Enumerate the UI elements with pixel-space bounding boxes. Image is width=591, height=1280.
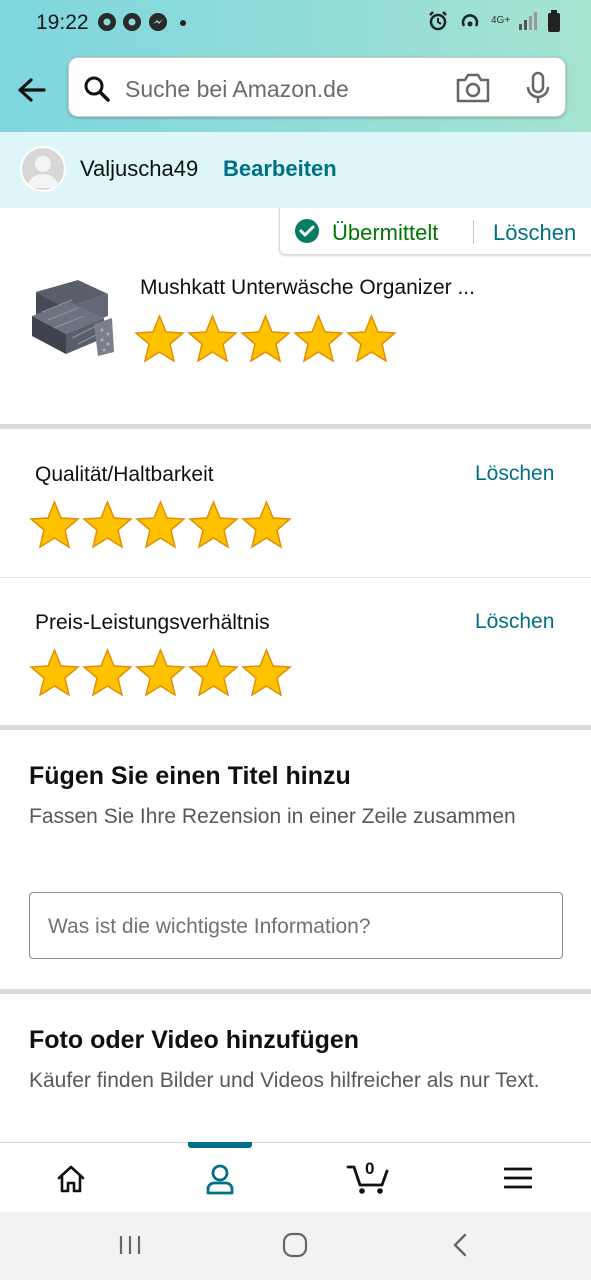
star-icon[interactable]: [81, 648, 134, 698]
nav-home[interactable]: [31, 1143, 111, 1213]
media-section-heading: Foto oder Video hinzufügen: [29, 1026, 360, 1054]
submission-status-label: Übermittelt: [332, 220, 439, 245]
back-button-icon[interactable]: [452, 1233, 468, 1257]
star-icon[interactable]: [240, 500, 293, 550]
section-divider: [0, 989, 591, 994]
user-avatar-icon: [27, 156, 59, 188]
star-icon[interactable]: [81, 500, 134, 550]
user-icon: [206, 1164, 234, 1195]
star-icon[interactable]: [186, 314, 239, 364]
review-title-input[interactable]: [46, 911, 550, 943]
star-icon[interactable]: [28, 500, 81, 550]
delete-quality-rating-link[interactable]: Löschen: [475, 462, 554, 486]
home-button-icon[interactable]: [282, 1232, 308, 1258]
cart-count: 0: [365, 1159, 375, 1178]
search-icon: [84, 76, 110, 102]
star-icon[interactable]: [134, 648, 187, 698]
section-divider: [0, 577, 591, 578]
delete-value-rating-link[interactable]: Löschen: [475, 610, 554, 634]
rating-label-quality: Qualität/Haltbarkeit: [35, 463, 214, 486]
header: 19:22 4G+: [0, 0, 591, 132]
delete-review-link[interactable]: Löschen: [493, 220, 576, 246]
section-divider: [0, 725, 591, 730]
nav-menu[interactable]: [478, 1143, 558, 1213]
system-navigation-bar: [0, 1212, 591, 1280]
microphone-icon[interactable]: [523, 71, 553, 105]
star-icon[interactable]: [133, 314, 186, 364]
avatar: [20, 146, 66, 192]
nav-profile[interactable]: [180, 1143, 260, 1213]
star-icon[interactable]: [292, 314, 345, 364]
more-notifications-dot: [180, 20, 186, 26]
nav-cart[interactable]: 0: [328, 1143, 408, 1213]
edit-profile-link[interactable]: Bearbeiten: [223, 156, 337, 182]
chrome-notification-icon: [98, 13, 116, 31]
product-name: Mushkatt Unterwäsche Organizer ...: [140, 276, 475, 299]
search-bar[interactable]: [68, 57, 566, 117]
submission-status-tab: Übermittelt Löschen: [279, 208, 591, 255]
home-icon: [57, 1165, 85, 1193]
check-circle-icon: [295, 219, 319, 243]
star-icon[interactable]: [187, 500, 240, 550]
profile-bar: Valjuscha49 Bearbeiten: [0, 132, 591, 208]
username: Valjuscha49: [80, 156, 199, 181]
title-section-subtitle: Fassen Sie Ihre Rezension in einer Zeile…: [29, 805, 516, 828]
section-divider: [0, 424, 591, 429]
battery-icon: [548, 10, 560, 32]
status-time: 19:22: [36, 11, 89, 34]
title-section-heading: Fügen Sie einen Titel hinzu: [29, 762, 351, 790]
star-icon[interactable]: [239, 314, 292, 364]
product-image: [32, 280, 114, 356]
search-input[interactable]: [123, 70, 447, 108]
back-arrow-icon[interactable]: [14, 72, 50, 108]
value-rating-stars[interactable]: [28, 648, 293, 698]
divider: [473, 220, 474, 244]
hotspot-icon: [461, 14, 479, 27]
network-type: 4G+: [491, 15, 511, 26]
recent-apps-icon[interactable]: [117, 1234, 143, 1256]
star-icon[interactable]: [240, 648, 293, 698]
bottom-navigation: 0: [0, 1142, 591, 1213]
status-icons: 4G+: [427, 10, 561, 32]
overall-rating-stars[interactable]: [133, 314, 398, 364]
star-icon[interactable]: [134, 500, 187, 550]
star-icon[interactable]: [28, 648, 81, 698]
alarm-icon: [429, 11, 447, 31]
star-icon[interactable]: [187, 648, 240, 698]
chrome-notification-icon: [123, 13, 141, 31]
product-summary: Mushkatt Unterwäsche Organizer ...: [0, 254, 591, 424]
review-title-field[interactable]: [29, 892, 563, 959]
hamburger-menu-icon: [504, 1167, 532, 1189]
signal-icon: [519, 12, 537, 30]
quality-rating-stars[interactable]: [28, 500, 293, 550]
status-bar: 19:22 4G+: [0, 0, 591, 46]
active-tab-indicator: [188, 1142, 252, 1148]
star-icon[interactable]: [345, 314, 398, 364]
rating-label-value: Preis-Leistungsverhältnis: [35, 611, 270, 634]
media-section-subtitle: Käufer finden Bilder und Videos hilfreic…: [29, 1069, 540, 1092]
camera-icon[interactable]: [455, 72, 491, 104]
messenger-notification-icon: [149, 13, 167, 31]
